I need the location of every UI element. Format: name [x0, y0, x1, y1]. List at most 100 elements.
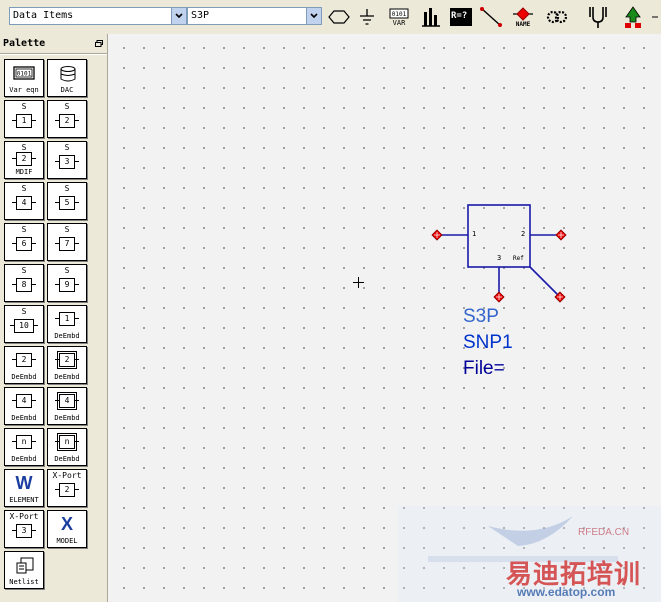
palette-s1p[interactable]: S 1 — [4, 100, 44, 138]
palette-label: DeEmbd — [54, 332, 80, 340]
palette-deembedn-double[interactable]: n DeEmbd — [47, 428, 87, 466]
port-3-label: 3 — [497, 254, 502, 262]
port-1-label: 1 — [472, 230, 477, 238]
palette-top-label: S — [64, 225, 70, 234]
palette-top-label: S — [21, 225, 27, 234]
param-label: R=? — [451, 11, 468, 21]
component-combo-value: S3P — [191, 10, 210, 21]
palette-title: Palette — [3, 38, 46, 49]
palette-label: Netlist — [9, 578, 39, 586]
palette-label: DeEmbd — [54, 455, 80, 463]
simulate-button[interactable] — [545, 3, 569, 31]
tuning-button[interactable] — [585, 3, 611, 31]
palette-s7p[interactable]: S 7 — [47, 223, 87, 261]
pin-1-marker — [431, 229, 443, 241]
palette-s4p[interactable]: S 4 — [4, 182, 44, 220]
palette-top-label: S — [21, 307, 27, 316]
palette-label: Var eqn — [9, 86, 39, 94]
palette-s6p[interactable]: S 6 — [4, 223, 44, 261]
chevron-down-icon[interactable] — [171, 8, 186, 24]
snp-box-icon: 4 — [12, 196, 36, 210]
toolbar-overflow[interactable] — [648, 3, 661, 31]
palette-deembed4[interactable]: 4 DeEmbd — [4, 387, 44, 425]
palette-s10p[interactable]: S 10 — [4, 305, 44, 343]
restore-icon[interactable] — [95, 40, 103, 47]
palette-model[interactable]: X MODEL — [47, 510, 87, 548]
palette-s8p[interactable]: S 8 — [4, 264, 44, 302]
palette-dac[interactable]: DAC — [47, 59, 87, 97]
palette-top-label: X-Port — [9, 512, 39, 521]
deembed-box-icon: n — [12, 435, 36, 449]
component-type-text: S3P — [463, 306, 499, 327]
palette-s2p[interactable]: S 2 — [47, 100, 87, 138]
schematic-canvas[interactable]: 1 2 3 Ref S3P SNP1 File= RFEDA.CN 易迪拓培训 … — [108, 34, 661, 602]
palette-label: DAC — [60, 86, 74, 94]
snp-box-icon: 5 — [55, 196, 79, 210]
library-combo[interactable]: Data Items — [9, 7, 187, 25]
param-button[interactable]: R=? — [448, 3, 474, 31]
palette-label: DeEmbd — [11, 455, 37, 463]
wire-icon — [480, 7, 502, 27]
palette-deembed4-double[interactable]: 4 DeEmbd — [47, 387, 87, 425]
snp-box-icon: 3 — [55, 155, 79, 169]
xport-box-icon: 2 — [55, 483, 79, 497]
palette-panel: Palette 0101 Var eqn DAC S 1 S 2 S 2 MDI… — [0, 34, 108, 602]
snp-box-icon: 8 — [12, 278, 36, 292]
palette-s5p[interactable]: S 5 — [47, 182, 87, 220]
palette-top-label: S — [64, 266, 70, 275]
palette-xport2[interactable]: X-Port 2 — [47, 469, 87, 507]
palette-deembedn[interactable]: n DeEmbd — [4, 428, 44, 466]
palette-deembed1[interactable]: 1 DeEmbd — [47, 305, 87, 343]
snp-box-icon: 2 — [55, 114, 79, 128]
port-icon — [328, 10, 350, 24]
snp-box-icon: 6 — [12, 237, 36, 251]
watermark-site: RFEDA.CN — [578, 527, 630, 538]
palette-deembed2-double[interactable]: 2 DeEmbd — [47, 346, 87, 384]
palette-label: ELEMENT — [9, 496, 39, 504]
gear-icon — [546, 10, 568, 24]
xport-box-icon: 3 — [12, 524, 36, 538]
bar-chart-icon — [422, 8, 440, 27]
svg-text:0101: 0101 — [17, 71, 32, 78]
deembed-box-icon: 4 — [55, 392, 79, 410]
palette-s3p[interactable]: S 3 — [47, 141, 87, 179]
palette-label: MDIF — [15, 168, 33, 176]
var-eqn-icon: 0101 — [389, 8, 409, 18]
chevron-down-icon[interactable] — [306, 8, 321, 24]
ground-icon — [360, 9, 374, 25]
snp-box-icon: 2 — [12, 152, 36, 166]
palette-element[interactable]: W ELEMENT — [4, 469, 44, 507]
palette-var-eqn[interactable]: 0101 Var eqn — [4, 59, 44, 97]
palette-netlist[interactable]: Netlist — [4, 551, 44, 589]
pin-3-marker — [493, 291, 505, 303]
snp-box-icon: 7 — [55, 237, 79, 251]
ground-button[interactable] — [356, 3, 378, 31]
watermark-url: www.edatop.com — [517, 585, 616, 599]
element-w-icon: W — [15, 473, 33, 493]
svg-text:0101: 0101 — [392, 11, 407, 18]
snp-box-icon: 1 — [12, 114, 36, 128]
palette-xport3[interactable]: X-Port 3 — [4, 510, 44, 548]
component-file-text: File= — [463, 358, 505, 379]
name-button[interactable]: NAME — [508, 3, 538, 31]
var-button[interactable]: 0101 VAR — [386, 3, 412, 31]
port-button[interactable] — [327, 3, 351, 31]
snp-box-icon: 10 — [10, 319, 38, 333]
port-2-label: 2 — [521, 230, 526, 238]
deembed-box-icon: n — [55, 433, 79, 451]
push-into-hierarchy-button[interactable] — [620, 3, 646, 31]
palette-top-label: S — [21, 266, 27, 275]
palette-top-label: S — [64, 143, 70, 152]
display-template-button[interactable] — [418, 3, 444, 31]
pin-2-marker — [555, 229, 567, 241]
database-icon — [60, 66, 76, 82]
crosshair-cursor-icon — [353, 277, 364, 288]
palette-s2p-mdif[interactable]: S 2 MDIF — [4, 141, 44, 179]
var-eqn-icon: 0101 — [13, 66, 35, 80]
palette-deembed2[interactable]: 2 DeEmbd — [4, 346, 44, 384]
snp-box-icon: 9 — [55, 278, 79, 292]
component-combo[interactable]: S3P — [187, 7, 322, 25]
toolbar: Data Items S3P 0101 VAR R=? NAME — [0, 0, 661, 35]
wire-button[interactable] — [478, 3, 504, 31]
palette-s9p[interactable]: S 9 — [47, 264, 87, 302]
